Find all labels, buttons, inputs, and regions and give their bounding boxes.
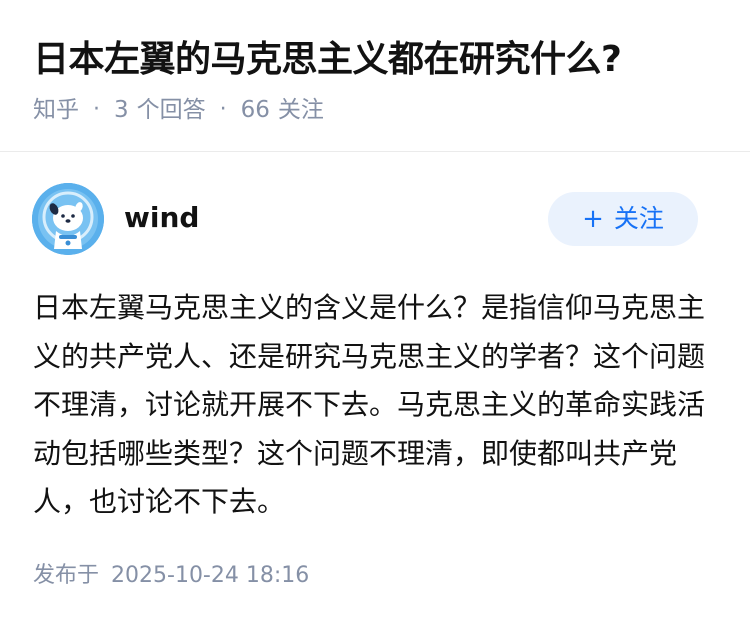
answer-author-row: wind + 关注 (0, 152, 750, 272)
cartoon-dog-avatar-icon (32, 183, 104, 255)
meta-separator: · (219, 97, 227, 122)
answer-count: 3 (114, 97, 129, 123)
follower-count: 66 (240, 97, 270, 123)
question-header: 日本左翼的马克思主义都在研究什么? 知乎 · 3 个回答 · 66 关注 (0, 0, 750, 150)
published-info: 发布于 2025-10-24 18:16 (33, 560, 309, 592)
plus-icon: + (582, 204, 604, 234)
meta-separator: · (93, 97, 100, 122)
follow-button-label: 关注 (613, 204, 664, 233)
author-name[interactable]: wind (124, 200, 199, 236)
answer-text: 日本左翼马克思主义的含义是什么？是指信仰马克思主义的共产党人、还是研究马克思主义… (33, 291, 706, 518)
avatar[interactable] (32, 183, 104, 255)
follower-count-label: 关注 (277, 97, 324, 123)
source-label[interactable]: 知乎 (33, 94, 79, 126)
follow-button[interactable]: + 关注 (548, 192, 698, 246)
question-meta: 知乎 · 3 个回答 · 66 关注 (33, 94, 324, 126)
published-time: 2025-10-24 18:16 (111, 563, 310, 588)
answer-content: 日本左翼马克思主义的含义是什么？是指信仰马克思主义的共产党人、还是研究马克思主义… (33, 284, 723, 527)
published-label: 发布于 (33, 563, 100, 588)
question-title[interactable]: 日本左翼的马克思主义都在研究什么? (33, 36, 622, 84)
answer-count-label: 个回答 (136, 97, 206, 123)
